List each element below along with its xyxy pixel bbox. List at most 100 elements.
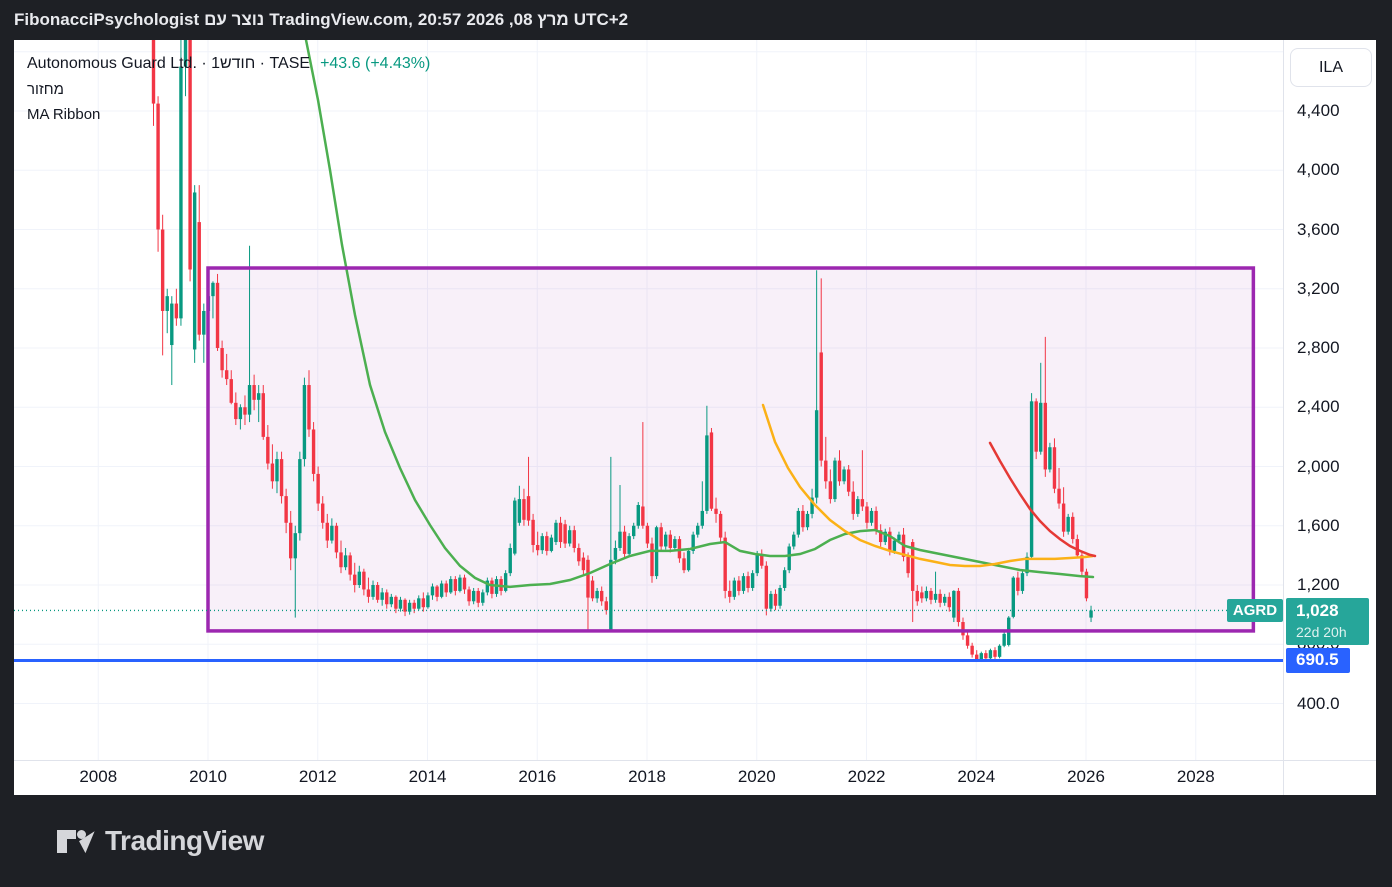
- time-tick-label: 2026: [1067, 767, 1105, 786]
- candle-body: [1057, 488, 1061, 504]
- candle-body: [851, 491, 855, 514]
- candle-body: [247, 385, 252, 415]
- candle-body: [1052, 447, 1057, 489]
- last-price-badge: 1,028 22d 20h: [1286, 598, 1369, 646]
- time-tick-label: 2024: [957, 767, 996, 786]
- last-price-value: 1,028: [1296, 601, 1339, 621]
- candle-body: [801, 510, 805, 528]
- candle-body: [645, 525, 650, 544]
- time-tick-label: 2028: [1176, 767, 1215, 786]
- candle-body: [965, 635, 970, 646]
- candle-body: [586, 559, 590, 598]
- candle-body: [769, 593, 773, 609]
- candle-body: [375, 585, 380, 600]
- candle-body: [316, 473, 320, 504]
- candle-body: [302, 385, 307, 460]
- candle-body: [737, 580, 741, 591]
- candle-body: [234, 402, 238, 420]
- candle-body: [522, 499, 526, 520]
- candle-body: [348, 555, 352, 575]
- candle-body: [796, 510, 801, 535]
- candle-body: [686, 550, 691, 571]
- candle-body: [664, 534, 668, 547]
- indicator-legend-volume[interactable]: מחזור: [27, 81, 64, 98]
- candle-body: [792, 534, 796, 547]
- price-tick-label: 2,400: [1297, 397, 1340, 417]
- candle-body: [389, 596, 394, 605]
- candle-body: [238, 407, 243, 420]
- candle-body: [787, 546, 791, 571]
- candle-body: [1029, 401, 1034, 557]
- candle-body: [604, 601, 608, 611]
- candle-body: [984, 653, 988, 659]
- candle-body: [865, 506, 869, 523]
- candle-body: [814, 410, 819, 498]
- price-tick-label: 4,000: [1297, 160, 1340, 180]
- candle-body: [892, 540, 897, 551]
- candle-body: [700, 510, 705, 526]
- candle-body: [526, 496, 531, 521]
- candle-body: [828, 481, 833, 500]
- time-tick-label: 2010: [189, 767, 227, 786]
- time-tick-label: 2018: [628, 767, 666, 786]
- candle-body: [659, 527, 663, 547]
- candle-body: [979, 653, 983, 660]
- candle-body: [476, 590, 480, 603]
- candle-body: [595, 590, 599, 599]
- created-with-text: נוצר עם: [204, 10, 265, 29]
- candle-body: [641, 506, 645, 526]
- ticker-price-label: AGRD: [1227, 598, 1283, 622]
- candle-body: [924, 590, 929, 599]
- candle-body: [371, 585, 375, 597]
- candle-body: [517, 499, 522, 523]
- candle-body: [741, 576, 746, 591]
- candle-body: [1048, 447, 1052, 470]
- candle-body: [188, 40, 192, 270]
- candle-body: [906, 556, 910, 574]
- candle-body: [1020, 573, 1025, 591]
- candle-body: [1016, 577, 1020, 591]
- candle-body: [874, 510, 878, 531]
- candle-body: [160, 229, 165, 311]
- candle-body: [572, 530, 576, 548]
- candlestick-chart-canvas[interactable]: [14, 40, 1283, 760]
- time-tick-label: 2020: [737, 767, 776, 786]
- candle-body: [215, 282, 220, 348]
- candle-body: [202, 310, 206, 335]
- candle-body: [192, 192, 197, 350]
- candle-body: [467, 589, 471, 602]
- candle-body: [942, 596, 947, 603]
- tradingview-logo: TradingView: [55, 822, 264, 860]
- candle-body: [179, 66, 183, 319]
- attribution-bar: FibonacciPsychologist נוצר עם TradingVie…: [0, 0, 1392, 40]
- candle-body: [270, 463, 275, 482]
- candle-body: [508, 547, 512, 574]
- indicator-legend-ma-ribbon[interactable]: MA Ribbon: [27, 106, 100, 123]
- candle-body: [778, 587, 782, 606]
- candle-body: [293, 533, 297, 559]
- currency-button[interactable]: ILA: [1290, 48, 1372, 87]
- candle-body: [897, 534, 901, 541]
- candle-body: [673, 539, 677, 548]
- candle-body: [334, 525, 339, 553]
- candle-body: [426, 595, 430, 608]
- candle-body: [284, 496, 288, 523]
- candle-body: [860, 499, 865, 507]
- candle-body: [952, 590, 956, 618]
- candle-body: [1039, 402, 1043, 452]
- candle-body: [773, 593, 778, 606]
- candle-body: [449, 579, 453, 593]
- symbol-legend[interactable]: Autonomous Guard Ltd. · 1חודש · TASE +43.…: [27, 55, 430, 73]
- candle-body: [993, 650, 997, 657]
- candle-body: [709, 432, 714, 509]
- candle-body: [298, 459, 302, 534]
- time-tick-label: 2008: [79, 767, 118, 786]
- candle-body: [1043, 402, 1048, 470]
- candle-body: [343, 555, 348, 568]
- candle-body: [718, 513, 723, 538]
- candle-body: [961, 622, 965, 636]
- candle-body: [224, 370, 229, 380]
- candle-body: [311, 429, 316, 474]
- candle-body: [558, 522, 563, 543]
- candle-body: [439, 583, 444, 597]
